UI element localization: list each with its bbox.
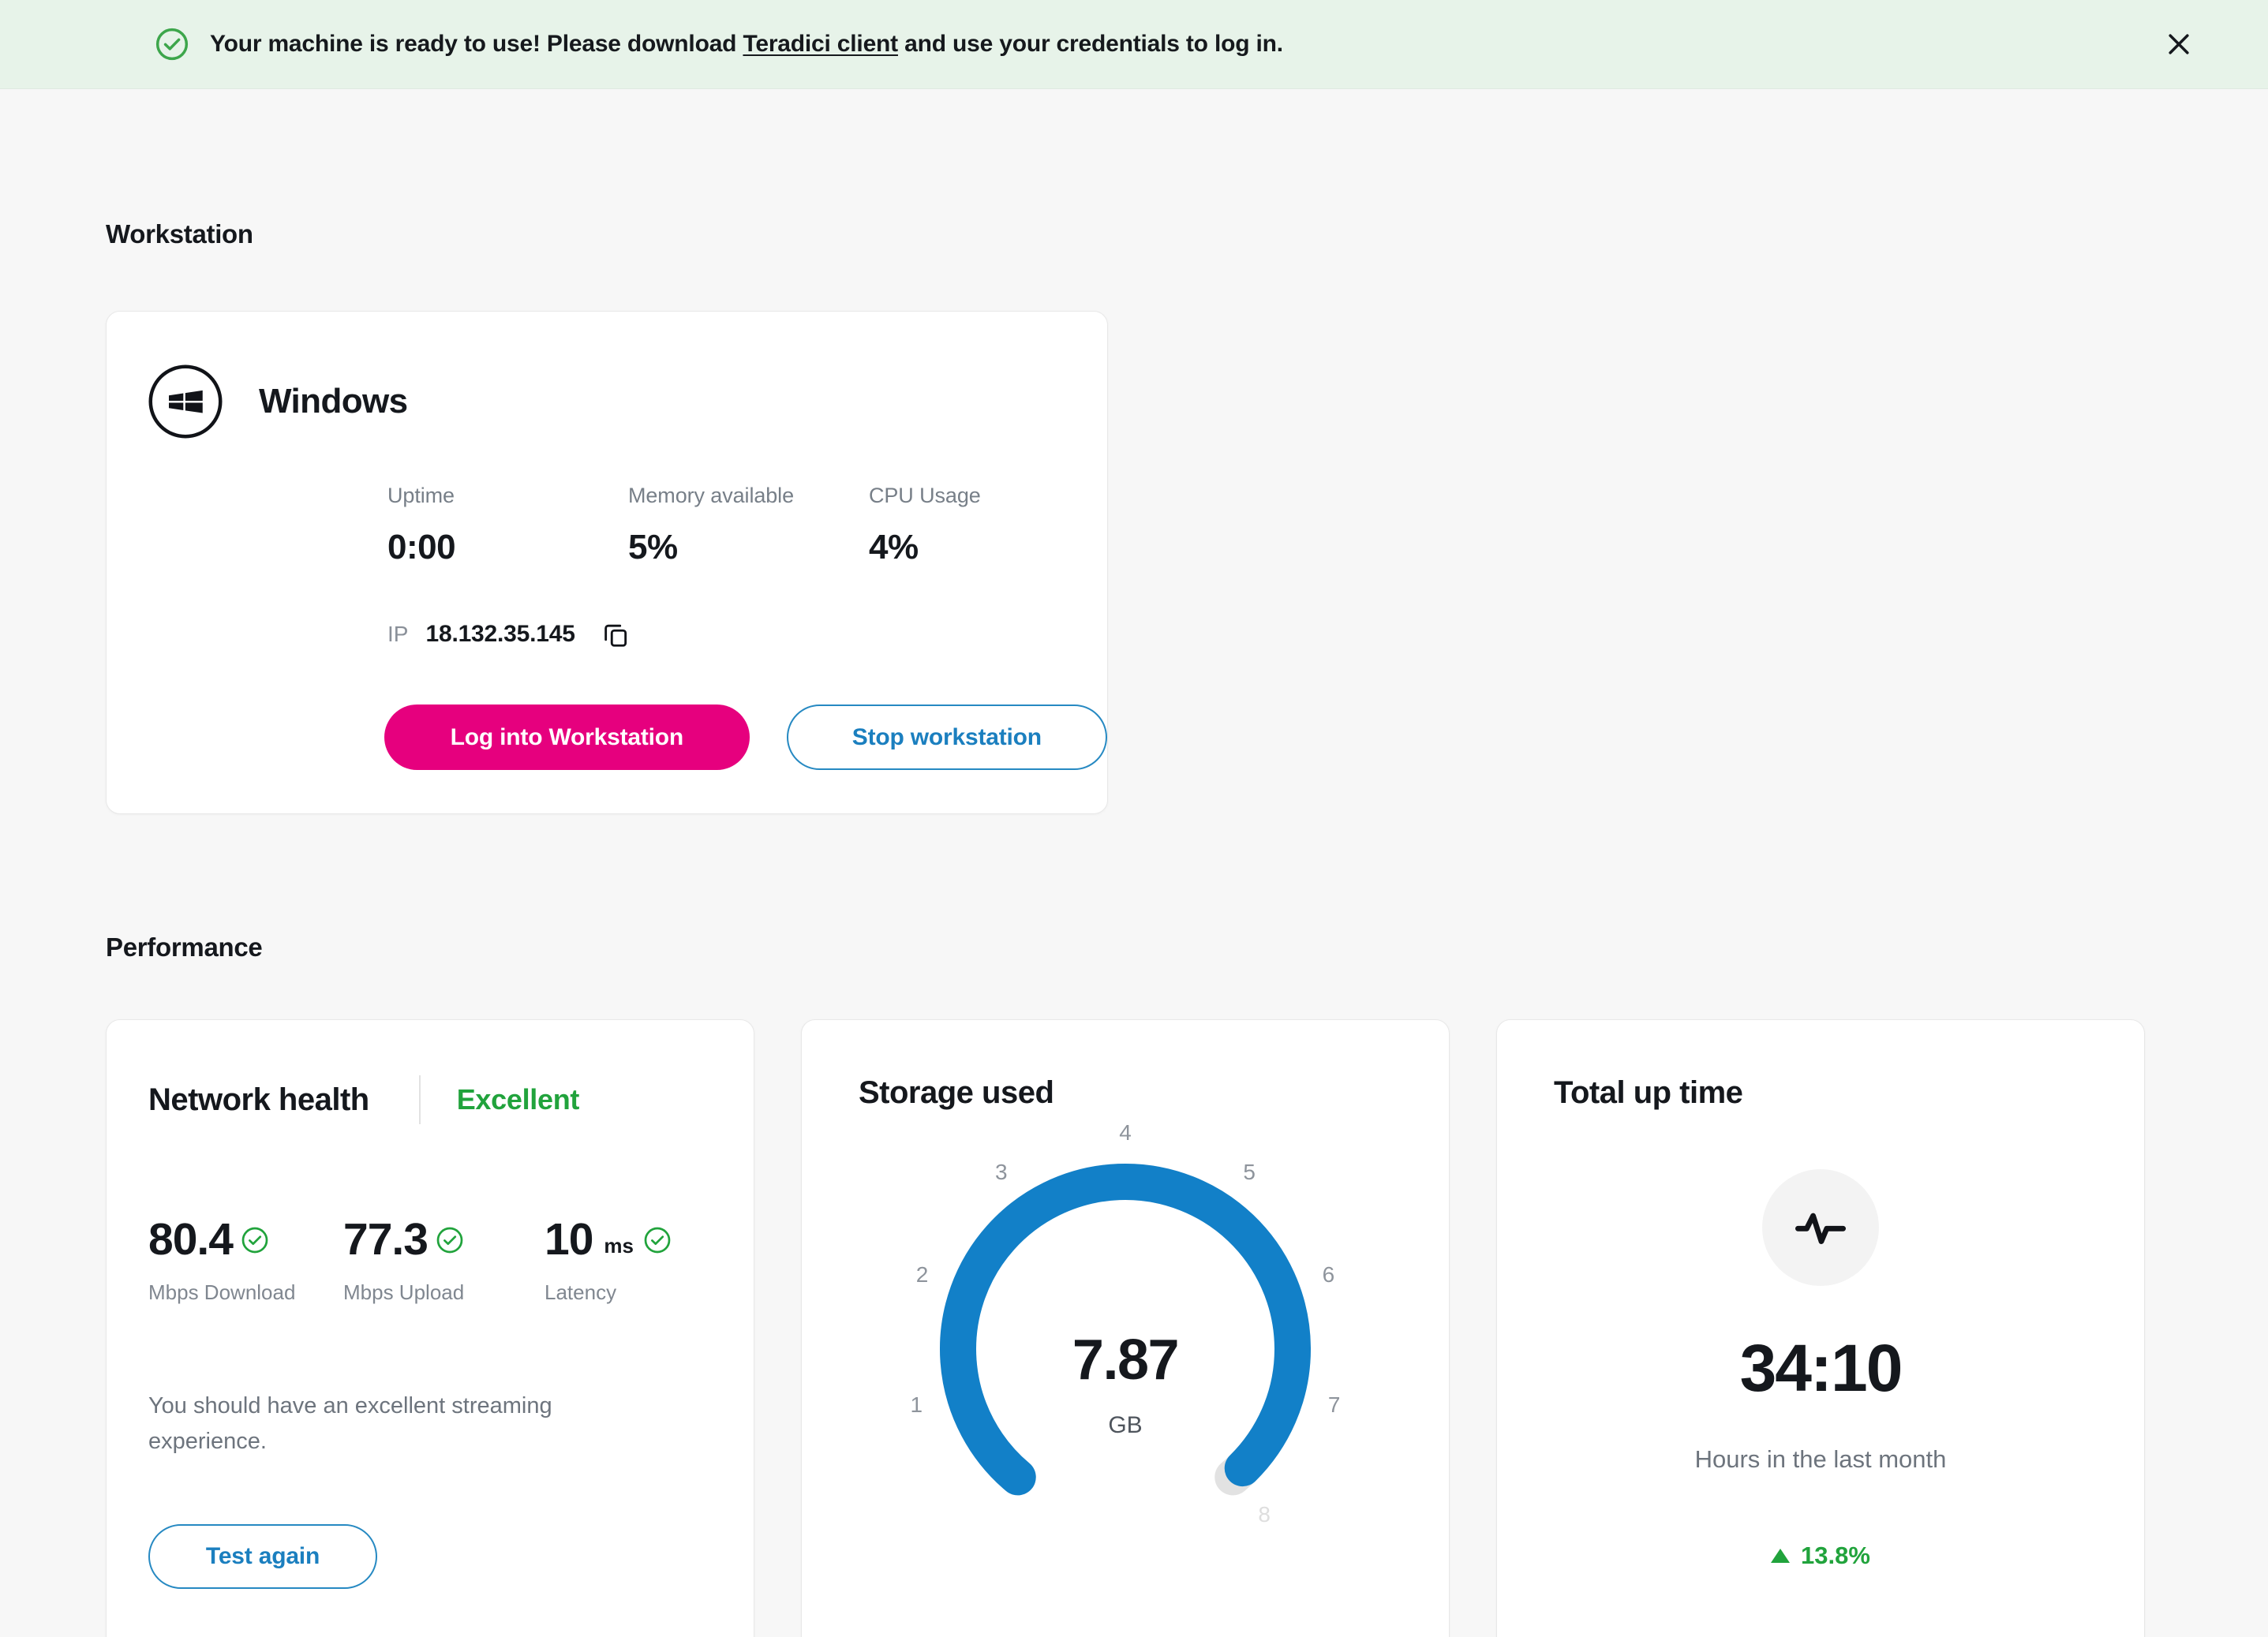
performance-section-title: Performance <box>106 932 2268 962</box>
network-health-status-badge: Excellent <box>457 1083 579 1116</box>
network-health-description: You should have an excellent streaming e… <box>107 1388 588 1459</box>
stat-upload-label: Mbps Upload <box>343 1280 545 1305</box>
log-into-workstation-button[interactable]: Log into Workstation <box>384 705 750 770</box>
stat-latency: 10 ms Latency <box>545 1217 672 1305</box>
network-health-stats: 80.4 Mbps Download 77.3 <box>107 1217 754 1305</box>
stat-upload-value-row: 77.3 <box>343 1217 545 1262</box>
metric-memory-value: 5% <box>628 528 869 567</box>
network-health-header: Network health Excellent <box>107 1020 754 1124</box>
close-icon <box>2163 28 2195 60</box>
stat-latency-value: 10 <box>545 1217 593 1262</box>
stat-download-label: Mbps Download <box>148 1280 343 1305</box>
ip-value: 18.132.35.145 <box>425 621 574 648</box>
metric-cpu-label: CPU Usage <box>869 484 981 508</box>
stop-workstation-button[interactable]: Stop workstation <box>787 705 1107 770</box>
storage-unit: GB <box>904 1412 1346 1439</box>
workstation-ip-row: IP 18.132.35.145 <box>107 616 1107 652</box>
gauge-tick-4: 4 <box>1119 1120 1132 1146</box>
triangle-up-icon <box>1771 1549 1790 1563</box>
stat-download-value-row: 80.4 <box>148 1217 343 1262</box>
teradici-client-link[interactable]: Teradici client <box>743 31 898 57</box>
storage-gauge: 7.87 GB 1 2 3 4 5 6 7 8 <box>904 1134 1346 1576</box>
total-up-time-body: 34:10 Hours in the last month 13.8% <box>1497 1169 2144 1570</box>
test-again-button[interactable]: Test again <box>148 1524 377 1589</box>
metric-uptime: Uptime 0:00 <box>387 484 628 567</box>
performance-cards-row: Network health Excellent 80.4 Mbps Downl… <box>106 1019 2268 1637</box>
banner-text-before: Your machine is ready to use! Please dow… <box>210 31 743 57</box>
copy-ip-button[interactable] <box>597 616 634 652</box>
network-health-title: Network health <box>148 1082 369 1118</box>
gauge-tick-2: 2 <box>916 1262 929 1288</box>
status-banner: Your machine is ready to use! Please dow… <box>0 0 2268 89</box>
header-divider <box>419 1075 421 1124</box>
banner-close-button[interactable] <box>2158 23 2200 65</box>
gauge-tick-3: 3 <box>995 1160 1008 1185</box>
banner-content: Your machine is ready to use! Please dow… <box>155 27 1283 62</box>
stat-latency-unit: ms <box>604 1234 634 1258</box>
total-up-time-title: Total up time <box>1497 1020 2144 1111</box>
metric-uptime-label: Uptime <box>387 484 628 508</box>
metric-uptime-value: 0:00 <box>387 528 628 567</box>
pulse-icon-container <box>1762 1169 1879 1286</box>
stat-upload: 77.3 Mbps Upload <box>343 1217 545 1305</box>
storage-used-card: Storage used 7.87 GB 1 2 3 4 5 6 7 <box>801 1019 1450 1637</box>
banner-message: Your machine is ready to use! Please dow… <box>210 31 1283 58</box>
total-up-time-label: Hours in the last month <box>1497 1445 2144 1474</box>
stat-download: 80.4 Mbps Download <box>148 1217 343 1305</box>
check-circle-icon <box>155 27 189 62</box>
banner-text-after: and use your credentials to log in. <box>898 31 1283 57</box>
storage-used-title: Storage used <box>802 1020 1449 1111</box>
pulse-activity-icon <box>1790 1197 1851 1258</box>
windows-logo-icon <box>148 364 223 439</box>
stat-upload-value: 77.3 <box>343 1217 428 1262</box>
storage-gauge-center: 7.87 GB <box>904 1332 1346 1439</box>
copy-icon <box>601 619 631 649</box>
metric-memory-label: Memory available <box>628 484 869 508</box>
stat-latency-value-row: 10 ms <box>545 1217 672 1262</box>
page-body: Workstation Windows Uptime 0:00 Memory a… <box>0 219 2268 1637</box>
workstation-section-title: Workstation <box>106 219 2268 249</box>
total-up-time-value: 34:10 <box>1497 1335 2144 1401</box>
stat-latency-label: Latency <box>545 1280 672 1305</box>
storage-value: 7.87 <box>904 1332 1346 1388</box>
workstation-card: Windows Uptime 0:00 Memory available 5% … <box>106 311 1108 814</box>
metric-memory: Memory available 5% <box>628 484 869 567</box>
metric-cpu: CPU Usage 4% <box>869 484 981 567</box>
ip-label: IP <box>387 622 408 647</box>
workstation-header: Windows <box>107 364 1107 439</box>
metric-cpu-value: 4% <box>869 528 981 567</box>
network-health-card: Network health Excellent 80.4 Mbps Downl… <box>106 1019 754 1637</box>
total-up-time-card: Total up time 34:10 Hours in the last mo… <box>1496 1019 2145 1637</box>
gauge-tick-6: 6 <box>1323 1262 1335 1288</box>
check-circle-icon <box>643 1226 672 1254</box>
gauge-tick-8: 8 <box>1258 1502 1271 1527</box>
check-circle-icon <box>436 1226 464 1254</box>
stat-download-value: 80.4 <box>148 1217 233 1262</box>
gauge-tick-5: 5 <box>1243 1160 1256 1185</box>
total-up-time-delta-value: 13.8% <box>1801 1542 1870 1570</box>
gauge-tick-1: 1 <box>911 1392 923 1418</box>
workstation-actions: Log into Workstation Stop workstation <box>107 705 1107 770</box>
workstation-os-name: Windows <box>259 382 408 421</box>
check-circle-icon <box>241 1226 269 1254</box>
gauge-tick-7: 7 <box>1328 1392 1341 1418</box>
workstation-metrics: Uptime 0:00 Memory available 5% CPU Usag… <box>107 484 1107 567</box>
total-up-time-delta: 13.8% <box>1497 1542 2144 1570</box>
